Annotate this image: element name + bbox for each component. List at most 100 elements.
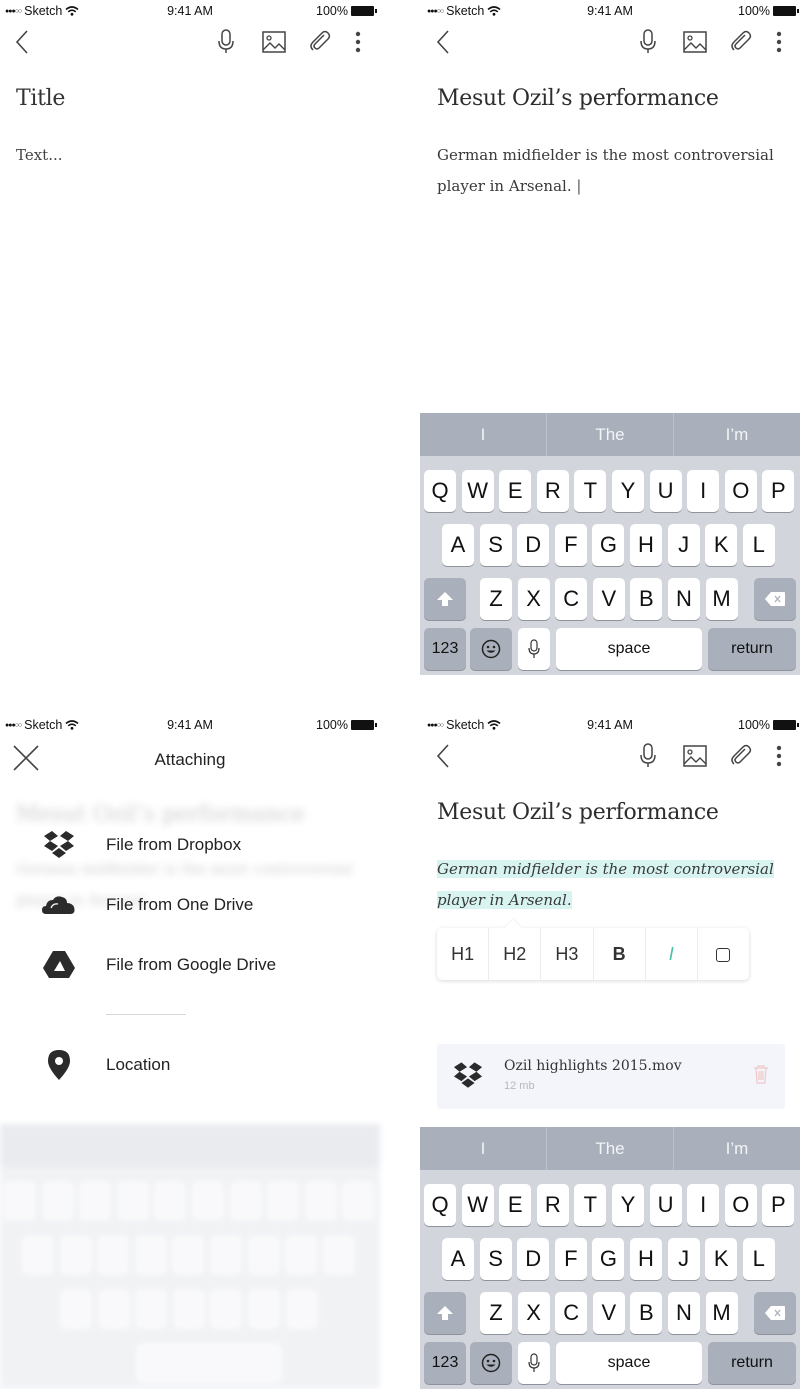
shift-key[interactable] — [424, 1292, 466, 1334]
key-p[interactable]: P — [762, 1184, 795, 1226]
key-k[interactable]: K — [705, 524, 738, 566]
key-b[interactable]: B — [630, 578, 663, 620]
title-input[interactable]: Mesut Ozil’s performance — [437, 800, 719, 825]
key-t[interactable]: T — [574, 1184, 607, 1226]
key-i[interactable]: I — [687, 470, 720, 512]
key-w[interactable]: W — [461, 470, 494, 512]
attach-button[interactable] — [727, 742, 755, 770]
body-input[interactable]: Text... — [16, 140, 376, 171]
key-i[interactable]: I — [687, 1184, 720, 1226]
attach-button[interactable] — [727, 28, 755, 56]
key-d[interactable]: D — [517, 524, 550, 566]
key-q[interactable]: Q — [424, 470, 456, 512]
image-button[interactable] — [681, 742, 709, 770]
suggestion-item[interactable]: The — [547, 1127, 674, 1170]
key-x[interactable]: X — [517, 578, 550, 620]
dictation-key[interactable] — [518, 1342, 550, 1384]
title-input[interactable]: Mesut Ozil’s performance — [437, 86, 719, 111]
attach-option-google-drive[interactable]: File from Google Drive — [40, 945, 360, 985]
key-h[interactable]: H — [630, 1238, 662, 1280]
key-n[interactable]: N — [668, 578, 700, 620]
key-l[interactable]: L — [742, 524, 775, 566]
key-w[interactable]: W — [461, 1184, 494, 1226]
format-h1-button[interactable]: H1 — [437, 928, 490, 980]
image-button[interactable] — [260, 28, 288, 56]
return-key[interactable]: return — [708, 628, 796, 670]
key-f[interactable]: F — [554, 1238, 587, 1280]
format-checkbox-button[interactable] — [698, 928, 749, 980]
key-a[interactable]: A — [442, 524, 474, 566]
back-button[interactable] — [429, 28, 457, 56]
key-z[interactable]: Z — [480, 1292, 512, 1334]
microphone-button[interactable] — [212, 28, 240, 56]
key-a[interactable]: A — [442, 1238, 474, 1280]
body-input[interactable]: German midfielder is the most controvers… — [437, 854, 787, 916]
format-h2-button[interactable]: H2 — [489, 928, 542, 980]
suggestion-item[interactable]: I’m — [674, 413, 800, 456]
suggestion-item[interactable]: I — [420, 413, 547, 456]
key-f[interactable]: F — [554, 524, 587, 566]
title-input[interactable]: Title — [16, 86, 65, 111]
emoji-key[interactable] — [470, 1342, 512, 1384]
key-b[interactable]: B — [630, 1292, 663, 1334]
key-c[interactable]: C — [555, 578, 588, 620]
key-o[interactable]: O — [724, 470, 757, 512]
format-bold-button[interactable]: B — [594, 928, 646, 980]
key-s[interactable]: S — [479, 524, 512, 566]
attach-option-onedrive[interactable]: File from One Drive — [40, 885, 360, 925]
key-y[interactable]: Y — [612, 470, 644, 512]
key-r[interactable]: R — [536, 470, 569, 512]
attach-option-location[interactable]: Location — [40, 1045, 360, 1085]
space-key[interactable]: space — [556, 628, 702, 670]
key-e[interactable]: E — [499, 470, 532, 512]
key-j[interactable]: J — [667, 1238, 700, 1280]
format-italic-button[interactable]: I — [646, 928, 698, 980]
key-v[interactable]: V — [592, 1292, 625, 1334]
key-n[interactable]: N — [668, 1292, 700, 1334]
key-m[interactable]: M — [705, 578, 738, 620]
delete-key[interactable] — [754, 1292, 796, 1334]
numbers-key[interactable]: 123 — [424, 1342, 466, 1384]
key-t[interactable]: T — [574, 470, 607, 512]
image-button[interactable] — [681, 28, 709, 56]
body-input[interactable]: German midfielder is the most controvers… — [437, 140, 787, 202]
format-h3-button[interactable]: H3 — [541, 928, 594, 980]
more-button[interactable] — [765, 742, 793, 770]
suggestion-item[interactable]: I — [420, 1127, 547, 1170]
selected-text[interactable]: German midfielder is the most controvers… — [437, 860, 774, 909]
key-l[interactable]: L — [742, 1238, 775, 1280]
key-k[interactable]: K — [705, 1238, 738, 1280]
microphone-button[interactable] — [634, 742, 662, 770]
suggestion-item[interactable]: I’m — [674, 1127, 800, 1170]
key-h[interactable]: H — [630, 524, 662, 566]
return-key[interactable]: return — [708, 1342, 796, 1384]
attach-option-dropbox[interactable]: File from Dropbox — [40, 825, 360, 865]
numbers-key[interactable]: 123 — [424, 628, 466, 670]
key-g[interactable]: G — [592, 1238, 625, 1280]
key-v[interactable]: V — [592, 578, 625, 620]
key-y[interactable]: Y — [612, 1184, 644, 1226]
shift-key[interactable] — [424, 578, 466, 620]
attach-button[interactable] — [306, 28, 334, 56]
key-u[interactable]: U — [649, 470, 682, 512]
key-o[interactable]: O — [724, 1184, 757, 1226]
suggestion-item[interactable]: The — [547, 413, 674, 456]
back-button[interactable] — [8, 28, 36, 56]
more-button[interactable] — [344, 28, 372, 56]
emoji-key[interactable] — [470, 628, 512, 670]
key-r[interactable]: R — [536, 1184, 569, 1226]
key-j[interactable]: J — [667, 524, 700, 566]
more-button[interactable] — [765, 28, 793, 56]
key-x[interactable]: X — [517, 1292, 550, 1334]
attachment-card[interactable]: Ozil highlights 2015.mov 12 mb — [437, 1044, 785, 1109]
dictation-key[interactable] — [518, 628, 550, 670]
delete-key[interactable] — [754, 578, 796, 620]
key-q[interactable]: Q — [424, 1184, 456, 1226]
key-c[interactable]: C — [555, 1292, 588, 1334]
trash-icon[interactable] — [753, 1064, 769, 1084]
microphone-button[interactable] — [634, 28, 662, 56]
key-p[interactable]: P — [762, 470, 795, 512]
space-key[interactable]: space — [556, 1342, 702, 1384]
back-button[interactable] — [429, 742, 457, 770]
key-m[interactable]: M — [705, 1292, 738, 1334]
